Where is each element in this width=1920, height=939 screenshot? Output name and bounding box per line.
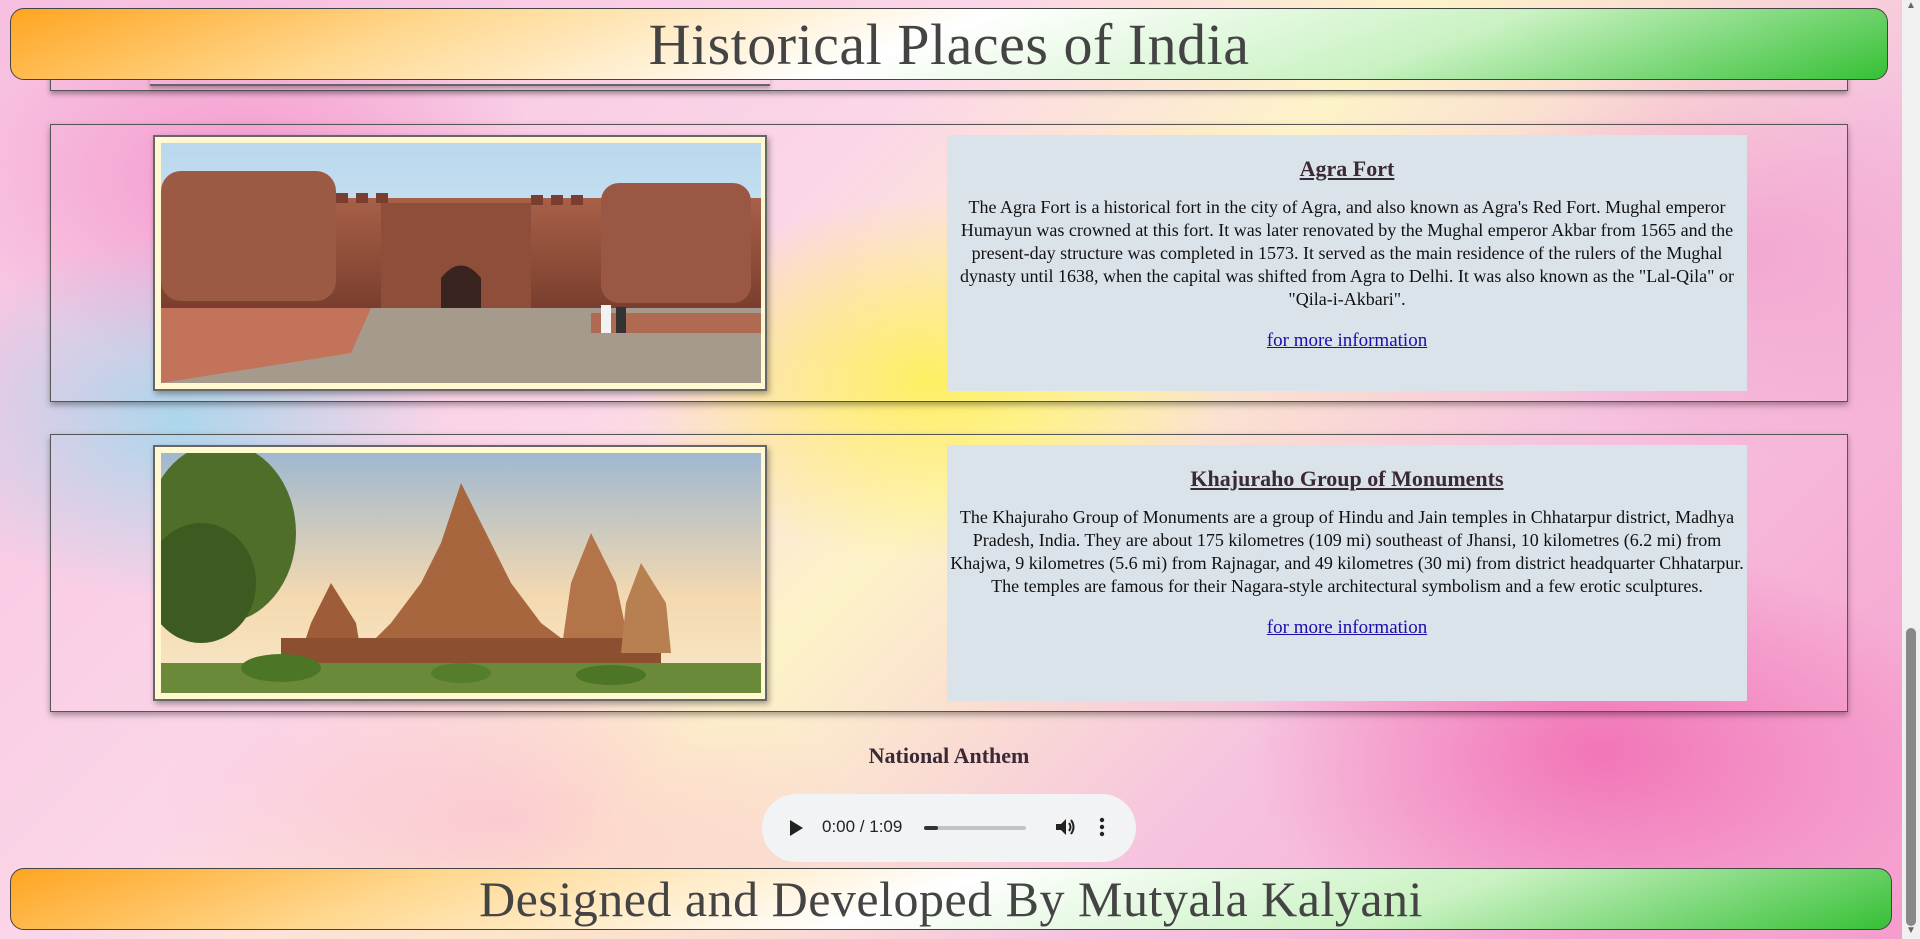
- page-scrollbar[interactable]: ▲ ▼: [1902, 0, 1920, 939]
- play-icon[interactable]: [786, 817, 806, 844]
- khajuraho-photo: [153, 445, 767, 701]
- page-footer-banner: Designed and Developed By Mutyala Kalyan…: [10, 868, 1892, 930]
- agra-fort-info-box: Agra Fort The Agra Fort is a historical …: [947, 135, 1747, 391]
- audio-time: 0:00 / 1:09: [822, 817, 903, 836]
- volume-icon[interactable]: [1054, 816, 1076, 843]
- audio-progress-slider[interactable]: [924, 826, 1026, 830]
- scroll-down-arrow-icon[interactable]: ▼: [1906, 925, 1916, 936]
- anthem-heading: National Anthem: [868, 743, 1030, 768]
- scrollbar-thumb[interactable]: [1906, 628, 1916, 926]
- place-title: Agra Fort: [1299, 156, 1395, 181]
- more-information-link[interactable]: for more information: [1267, 329, 1427, 352]
- page-header-banner: Historical Places of India: [10, 8, 1888, 80]
- agra-fort-photo: [153, 135, 767, 391]
- page-title: Historical Places of India: [648, 11, 1250, 77]
- khajuraho-info-box: Khajuraho Group of Monuments The Khajura…: [947, 445, 1747, 701]
- more-options-icon[interactable]: [1098, 816, 1106, 843]
- place-title: Khajuraho Group of Monuments: [1190, 466, 1504, 491]
- khajuraho-image: [161, 453, 761, 693]
- place-description: The Khajuraho Group of Monuments are a g…: [950, 507, 1744, 596]
- audio-player[interactable]: 0:00 / 1:09: [762, 794, 1136, 862]
- more-information-link[interactable]: for more information: [1267, 616, 1427, 639]
- agra-fort-image: [161, 143, 761, 383]
- scroll-up-arrow-icon[interactable]: ▲: [1906, 0, 1916, 11]
- place-card-agra-fort: Agra Fort The Agra Fort is a historical …: [50, 124, 1848, 402]
- place-description: The Agra Fort is a historical fort in th…: [959, 197, 1735, 309]
- footer-credit: Designed and Developed By Mutyala Kalyan…: [479, 871, 1423, 927]
- audio-progress-fill: [924, 826, 939, 830]
- place-card-khajuraho: Khajuraho Group of Monuments The Khajura…: [50, 434, 1848, 712]
